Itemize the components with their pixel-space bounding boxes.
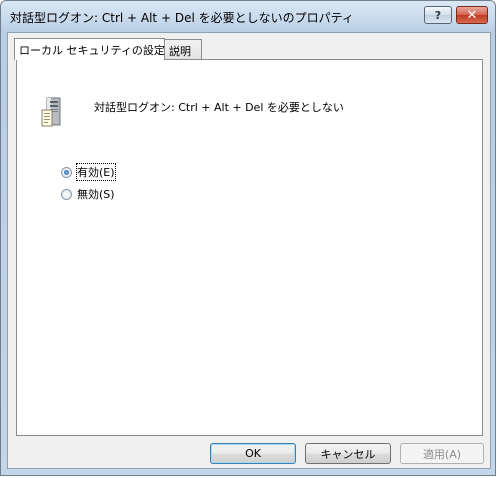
window-title: 対話型ログオン: Ctrl + Alt + Del を必要としないのプロパティ bbox=[10, 11, 354, 25]
disabled-radio[interactable] bbox=[61, 188, 72, 200]
title-bar[interactable]: 対話型ログオン: Ctrl + Alt + Del を必要としないのプロパティ … bbox=[1, 1, 495, 31]
tab-explain[interactable]: 説明 bbox=[164, 39, 202, 59]
close-icon: ✕ bbox=[466, 7, 478, 23]
disabled-option[interactable]: 無効(S) bbox=[61, 186, 115, 202]
help-button[interactable]: ? bbox=[424, 6, 452, 24]
disabled-label[interactable]: 無効(S) bbox=[77, 186, 115, 202]
apply-button[interactable]: 適用(A) bbox=[400, 443, 484, 464]
cancel-button[interactable]: キャンセル bbox=[305, 443, 391, 464]
server-policy-icon bbox=[41, 97, 61, 127]
dialog-client-area: ローカル セキュリティの設定 説明 対話型ログオン: Ctrl + Alt + … bbox=[7, 32, 491, 469]
policy-description: 対話型ログオン: Ctrl + Alt + Del を必要としない bbox=[94, 101, 344, 114]
close-button[interactable]: ✕ bbox=[456, 6, 488, 24]
enabled-label[interactable]: 有効(E) bbox=[76, 163, 116, 181]
tab-panel: 対話型ログオン: Ctrl + Alt + Del を必要としない 有効(E) … bbox=[16, 59, 483, 436]
enabled-radio[interactable] bbox=[61, 166, 72, 178]
properties-dialog: 対話型ログオン: Ctrl + Alt + Del を必要としないのプロパティ … bbox=[0, 0, 496, 476]
ok-button[interactable]: OK bbox=[210, 443, 296, 464]
tab-local-security-setting[interactable]: ローカル セキュリティの設定 bbox=[14, 38, 165, 60]
enabled-option[interactable]: 有効(E) bbox=[61, 163, 116, 181]
help-icon: ? bbox=[434, 8, 442, 22]
